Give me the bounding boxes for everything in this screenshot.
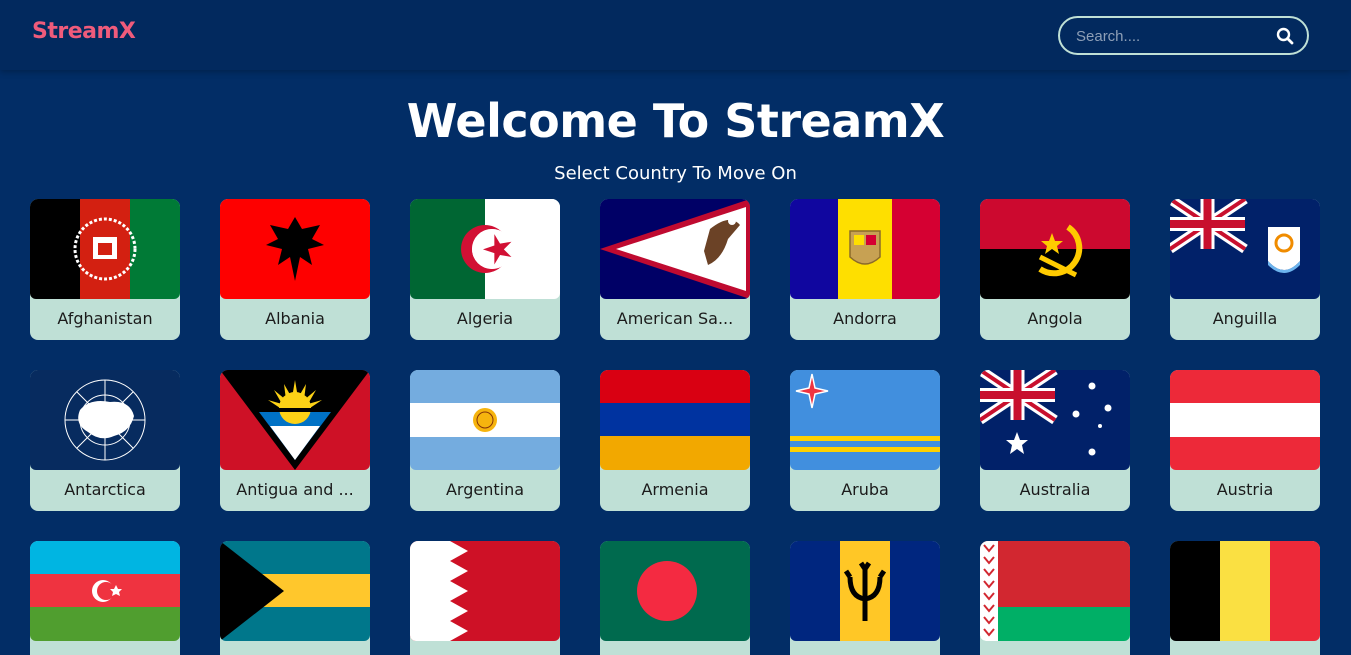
country-card-american-samoa[interactable]: American Sa...	[600, 199, 750, 340]
antigua-and-barbuda-flag-icon	[220, 370, 370, 470]
country-card-afghanistan[interactable]: Afghanistan	[30, 199, 180, 340]
country-card-bahrain[interactable]	[410, 541, 560, 655]
austria-flag-icon	[1170, 370, 1320, 470]
search-box[interactable]	[1058, 16, 1309, 55]
country-card-aruba[interactable]: Aruba	[790, 370, 940, 511]
country-card-armenia[interactable]: Armenia	[600, 370, 750, 511]
albania-flag-icon	[220, 199, 370, 299]
page-subtitle: Select Country To Move On	[554, 163, 797, 184]
country-card-argentina[interactable]: Argentina	[410, 370, 560, 511]
belarus-flag-icon	[980, 541, 1130, 641]
aruba-flag-icon	[790, 370, 940, 470]
country-name: Austria	[1216, 480, 1274, 499]
country-card-albania[interactable]: Albania	[220, 199, 370, 340]
argentina-flag-icon	[410, 370, 560, 470]
australia-flag-icon	[980, 370, 1130, 470]
country-card-anguilla[interactable]: Anguilla	[1170, 199, 1320, 340]
country-card-bangladesh[interactable]	[600, 541, 750, 655]
country-name: Afghanistan	[57, 309, 153, 328]
country-name: Antarctica	[64, 480, 146, 499]
anguilla-flag-icon	[1170, 199, 1320, 299]
country-card-antarctica[interactable]: Antarctica	[30, 370, 180, 511]
country-name: Armenia	[641, 480, 709, 499]
andorra-flag-icon	[790, 199, 940, 299]
country-card-austria[interactable]: Austria	[1170, 370, 1320, 511]
brand-logo[interactable]: StreamX	[32, 19, 136, 44]
bahamas-flag-icon	[220, 541, 370, 641]
country-name: Argentina	[445, 480, 525, 499]
antarctica-flag-icon	[30, 370, 180, 470]
country-name: Anguilla	[1212, 309, 1278, 328]
country-name: Australia	[1019, 480, 1091, 499]
country-card-bahamas[interactable]	[220, 541, 370, 655]
american-samoa-flag-icon	[600, 199, 750, 299]
country-name: Antigua and ...	[236, 480, 354, 499]
country-name: American Sa...	[616, 309, 734, 328]
country-name: Albania	[265, 309, 325, 328]
country-card-australia[interactable]: Australia	[980, 370, 1130, 511]
bangladesh-flag-icon	[600, 541, 750, 641]
country-name: Angola	[1027, 309, 1083, 328]
country-card-azerbaijan[interactable]	[30, 541, 180, 655]
country-card-andorra[interactable]: Andorra	[790, 199, 940, 340]
country-card-belgium[interactable]	[1170, 541, 1320, 655]
afghanistan-flag-icon	[30, 199, 180, 299]
azerbaijan-flag-icon	[30, 541, 180, 641]
armenia-flag-icon	[600, 370, 750, 470]
country-name: Andorra	[833, 309, 897, 328]
page-title: Welcome To StreamX	[406, 94, 945, 148]
country-card-angola[interactable]: Angola	[980, 199, 1130, 340]
bahrain-flag-icon	[410, 541, 560, 641]
country-card-barbados[interactable]	[790, 541, 940, 655]
angola-flag-icon	[980, 199, 1130, 299]
country-card-antigua-and-barbuda[interactable]: Antigua and ...	[220, 370, 370, 511]
search-icon[interactable]	[1275, 26, 1295, 46]
algeria-flag-icon	[410, 199, 560, 299]
belgium-flag-icon	[1170, 541, 1320, 641]
search-input[interactable]	[1076, 26, 1266, 46]
navbar: StreamX	[0, 0, 1351, 70]
country-name: Aruba	[841, 480, 889, 499]
country-name: Algeria	[456, 309, 514, 328]
barbados-flag-icon	[790, 541, 940, 641]
country-card-belarus[interactable]	[980, 541, 1130, 655]
country-card-algeria[interactable]: Algeria	[410, 199, 560, 340]
